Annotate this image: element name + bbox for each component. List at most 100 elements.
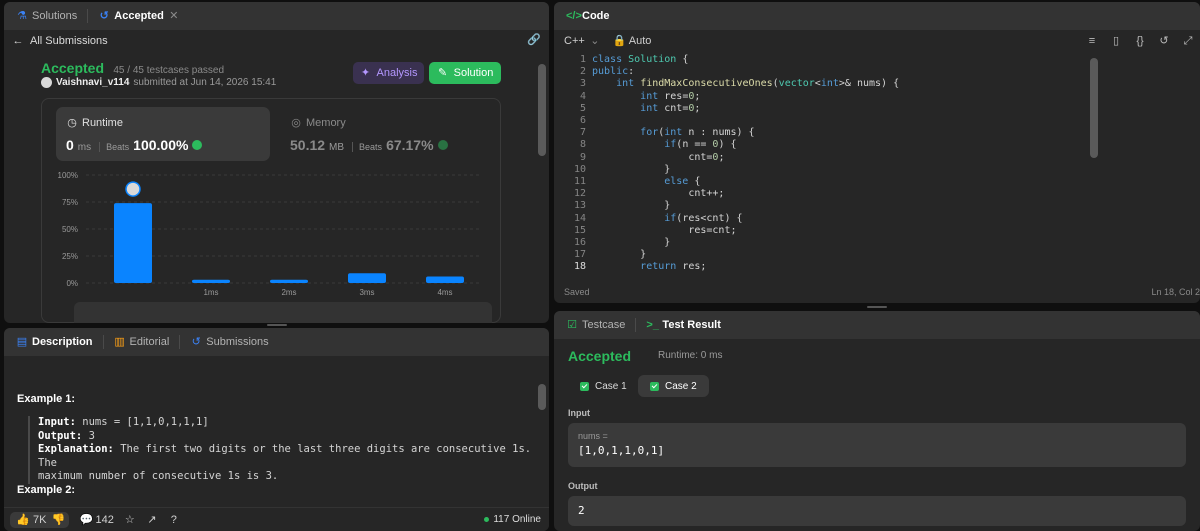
code-line[interactable]: cnt++; (592, 188, 724, 200)
star-icon[interactable]: ☆ (124, 514, 136, 526)
result-runtime: Runtime: 0 ms (658, 350, 723, 361)
history-icon: ↺ (99, 10, 109, 22)
code-line[interactable]: if(n == 0) { (592, 139, 736, 151)
output-value: 2 (578, 504, 585, 517)
reset-icon[interactable]: ↺ (1158, 35, 1170, 47)
user-marker-avatar (125, 181, 141, 197)
runtime-unit: ms (77, 142, 92, 153)
document-icon: ▤ (16, 336, 28, 348)
line-number: 8 (579, 139, 586, 151)
example-output-line: Output: 3 (30, 430, 549, 444)
code-line[interactable]: int findMaxConsecutiveOnes(vector<int>& … (592, 78, 899, 90)
tab-label: Code (582, 10, 610, 22)
chevron-down-icon: ⌄ (590, 35, 600, 47)
solution-label: Solution (453, 67, 494, 79)
case-2-tab[interactable]: Case 2 (638, 375, 709, 397)
case-1-tab[interactable]: Case 1 (568, 375, 639, 397)
chart-bar[interactable] (426, 276, 464, 283)
y-tick-label: 75% (62, 198, 78, 207)
scrollbar[interactable] (538, 384, 546, 410)
code-line[interactable]: class Solution { (592, 54, 688, 66)
code-line[interactable]: return res; (592, 261, 706, 273)
share-icon[interactable]: ↗ (146, 514, 158, 526)
check-icon (580, 381, 589, 391)
solution-button[interactable]: ✎ Solution (429, 62, 501, 84)
chart-bar[interactable] (348, 273, 386, 283)
code-line[interactable]: } (592, 200, 670, 212)
memory-card[interactable]: ◎ Memory 50.12 MB Beats 67.17% (280, 107, 494, 161)
code-editor[interactable]: 1 class Solution {2 public: 3 int findMaxCo… (554, 52, 1200, 276)
book-icon: ▥ (114, 336, 125, 348)
bookmark-icon[interactable]: ▯ (1110, 35, 1122, 47)
memory-value: 50.12 MB Beats 67.17% (290, 137, 448, 153)
line-number: 14 (573, 212, 586, 224)
line-number: 3 (579, 78, 586, 90)
code-tabbar: </> Code (554, 2, 1200, 30)
code-line[interactable]: } (592, 249, 646, 261)
tab-label: Solutions (32, 10, 78, 22)
chart-bar[interactable] (270, 279, 308, 283)
splitter-handle[interactable] (267, 324, 287, 326)
description-tabbar: ▤ Description ▥ Editorial ↺ Submissions (4, 328, 549, 356)
link-icon[interactable]: 🔗 (527, 34, 541, 46)
tab-label: Accepted (114, 10, 164, 22)
scrollbar[interactable] (1090, 58, 1098, 158)
tab-submissions[interactable]: ↺ Submissions (186, 328, 272, 356)
code-line[interactable]: if(res<cnt) { (592, 213, 742, 225)
tab-editorial[interactable]: ▥ Editorial (110, 328, 174, 356)
language-select[interactable]: C++ ⌄ (564, 35, 601, 47)
code-line[interactable]: cnt=0; (592, 152, 724, 164)
code-icon: </> (566, 10, 582, 22)
submission-header: Accepted 45 / 45 testcases passed (41, 60, 224, 76)
memory-icon: ◎ (291, 117, 301, 129)
lock-icon: 🔒 (612, 35, 627, 47)
submitted-at: submitted at Jun 14, 2026 15:41 (133, 77, 277, 88)
line-number: 16 (573, 237, 586, 248)
y-tick-label: 100% (58, 171, 78, 180)
tab-test-result[interactable]: >_ Test Result (642, 311, 724, 339)
analysis-button[interactable]: ✦ Analysis (353, 62, 424, 84)
tab-label: Description (32, 336, 93, 348)
code-line[interactable]: for(int n : nums) { (592, 127, 754, 139)
format-icon[interactable]: ≡ (1086, 35, 1098, 47)
username[interactable]: Vaishnavi_v114 (56, 77, 129, 88)
line-number: 2 (579, 66, 586, 78)
result-tabbar: ☑ Testcase >_ Test Result (554, 311, 1200, 339)
code-line[interactable]: public: (592, 66, 634, 78)
code-line[interactable]: res=cnt; (592, 225, 736, 237)
line-number: 5 (579, 102, 586, 114)
tab-code[interactable]: </> Code (562, 2, 614, 30)
expand-icon[interactable]: ⤢ (1182, 35, 1194, 47)
runtime-number: 0 (66, 137, 74, 153)
help-icon[interactable]: ? (168, 514, 180, 526)
thumbs-up-icon[interactable]: 👍 (16, 514, 30, 526)
code-line[interactable]: else { (592, 176, 700, 188)
memory-number: 50.12 (290, 137, 326, 153)
line-number: 17 (573, 249, 586, 261)
online-dot (484, 517, 490, 522)
thumbs-down-icon[interactable]: 👎 (51, 514, 65, 526)
tab-description[interactable]: ▤ Description (12, 328, 97, 356)
code-line[interactable]: } (592, 164, 670, 176)
y-tick-label: 50% (62, 225, 78, 234)
splitter-handle[interactable] (867, 306, 887, 308)
tab-solutions[interactable]: ⚗ Solutions (12, 2, 81, 30)
all-submissions-link[interactable]: All Submissions (30, 35, 108, 47)
code-line[interactable]: } (592, 237, 670, 249)
close-icon[interactable]: ✕ (168, 10, 180, 22)
chart-bar[interactable] (114, 203, 152, 283)
comments-button[interactable]: 💬 142 (79, 514, 113, 526)
output-label: Output: (38, 429, 83, 442)
auto-mode[interactable]: 🔒 Auto (613, 35, 652, 47)
scrollbar[interactable] (538, 64, 546, 156)
chart-bar[interactable] (192, 279, 230, 283)
tab-accepted[interactable]: ↺ Accepted ✕ (94, 2, 184, 30)
code-panel: </> Code C++ ⌄ 🔒 Auto ≡ ▯ {} ↺ ⤢ 1 class … (554, 2, 1200, 303)
code-line[interactable]: int res=0; (592, 91, 700, 103)
tab-testcase[interactable]: ☑ Testcase (562, 311, 629, 339)
code-line[interactable]: int cnt=0; (592, 103, 700, 115)
language-label: C++ (564, 35, 585, 47)
runtime-card[interactable]: ◷ Runtime 0 ms Beats 100.00% (56, 107, 270, 161)
arrow-left-icon[interactable]: ← (12, 35, 24, 47)
braces-icon[interactable]: {} (1134, 35, 1146, 47)
